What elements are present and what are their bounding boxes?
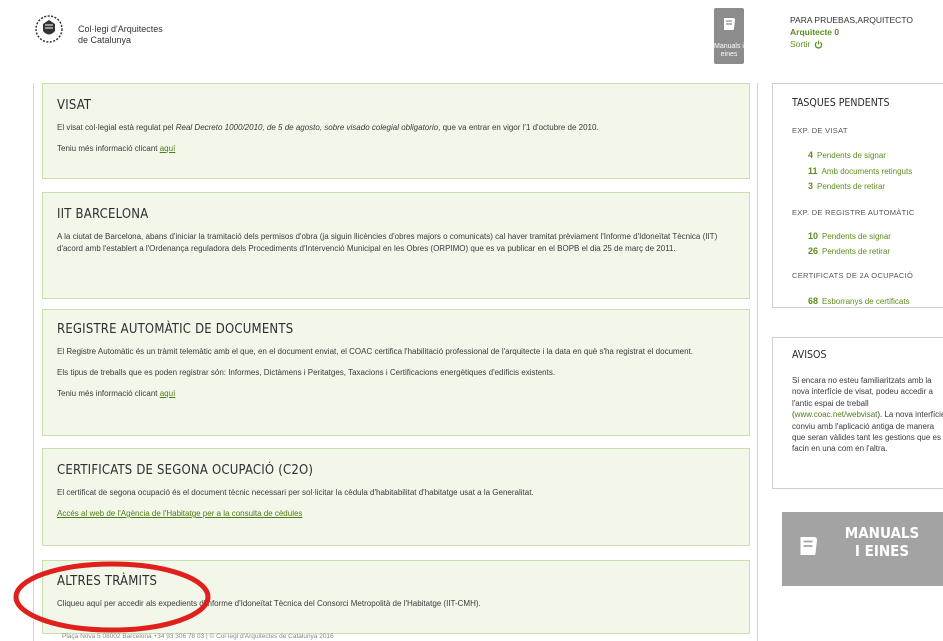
logout-label: Sortir bbox=[790, 39, 811, 49]
manuals-eines-button[interactable]: MANUALS I EINES bbox=[782, 512, 943, 586]
task-label: Amb documents retinguts bbox=[821, 167, 913, 176]
tasks-title: TASQUES PENDENTS bbox=[792, 97, 890, 109]
webvisat-link[interactable]: www.coac.net/webvisat bbox=[795, 410, 878, 419]
manuals-eines-label: MANUALS I EINES bbox=[822, 524, 942, 560]
avisos-title: AVISOS bbox=[792, 349, 827, 361]
panel-altres-tramits: ALTRES TRÀMITS Cliqueu aquí per accedir … bbox=[42, 560, 750, 634]
app-header: Col·legi d'Arquitectes de Catalunya Manu… bbox=[0, 0, 943, 70]
visat-more-link[interactable]: aquí bbox=[160, 144, 176, 153]
task-count: 3 bbox=[808, 181, 814, 191]
task-count: 4 bbox=[808, 150, 814, 160]
c2o-text: El certificat de segona ocupació és el d… bbox=[57, 488, 534, 497]
task-count: 10 bbox=[808, 231, 819, 241]
user-name: PARA PRUEBAS,ARQUITECTO bbox=[790, 15, 913, 25]
book-icon bbox=[724, 18, 735, 30]
user-role: Arquitecte 0 bbox=[790, 27, 840, 37]
task-cert-esborranys[interactable]: 68 Esborranys de certificats bbox=[808, 296, 910, 306]
logout-link[interactable]: Sortir bbox=[790, 38, 823, 50]
panel-title-registre: REGISTRE AUTOMÀTIC DE DOCUMENTS bbox=[57, 322, 294, 337]
task-count: 68 bbox=[808, 296, 819, 306]
book-icon bbox=[800, 537, 817, 555]
coac-logo-icon[interactable] bbox=[34, 14, 64, 44]
power-icon bbox=[815, 40, 823, 49]
footer: Plaça Nova 5 08002 Barcelona +34 93 306 … bbox=[62, 633, 334, 640]
task-label: Pendents de signar bbox=[822, 232, 891, 241]
task-registre-retirar[interactable]: 26 Pendents de retirar bbox=[808, 246, 890, 256]
manuals-eines-line2: I EINES bbox=[854, 542, 910, 560]
visat-decree: Real Decreto 1000/2010, de 5 de agosto, … bbox=[175, 123, 439, 132]
visat-text-part1: El visat col·legial està regulat pel bbox=[57, 123, 176, 132]
registre-more-info: Teniu més informació clicant aquí bbox=[57, 388, 735, 400]
registre-more-prefix: Teniu més informació clicant bbox=[57, 389, 160, 398]
panel-registre: REGISTRE AUTOMÀTIC DE DOCUMENTS El Regis… bbox=[42, 309, 750, 436]
panel-iit-barcelona: IIT BARCELONA A la ciutat de Barcelona, … bbox=[42, 192, 750, 299]
task-count: 11 bbox=[808, 166, 818, 176]
visat-more-prefix: Teniu més informació clicant bbox=[57, 144, 160, 153]
task-label: Esborranys de certificats bbox=[822, 297, 910, 306]
visat-text-part2: , que va entrar en vigor l'1 d'octubre d… bbox=[438, 123, 599, 132]
manuals-tile-label: Manuals i eines bbox=[714, 43, 744, 58]
visat-text: El visat col·legial està regulat pel Rea… bbox=[57, 122, 735, 134]
panel-c2o: CERTIFICATS DE SEGONA OCUPACIÓ (C2O) El … bbox=[42, 448, 750, 546]
task-visat-retinguts[interactable]: 11 Amb documents retinguts bbox=[808, 166, 912, 176]
panel-visat: VISAT El visat col·legial està regulat p… bbox=[42, 83, 750, 179]
registre-more-link[interactable]: aquí bbox=[160, 389, 176, 398]
registre-text-2: Els tipus de treballs que es poden regis… bbox=[57, 368, 556, 377]
task-visat-signar[interactable]: 4 Pendents de signar bbox=[808, 150, 886, 160]
tasks-visat-subtitle: EXP. DE VISAT bbox=[792, 126, 848, 135]
altres-text[interactable]: Cliqueu aquí per accedir als expedients … bbox=[57, 598, 735, 610]
iit-text: A la ciutat de Barcelona, abans d'inicia… bbox=[57, 232, 718, 253]
panel-title-iit: IIT BARCELONA bbox=[57, 207, 149, 222]
registre-text-1: El Registre Automàtic és un tràmit telem… bbox=[57, 347, 694, 356]
brand-line-1: Col·legi d'Arquitectes bbox=[78, 24, 163, 34]
panel-title-visat: VISAT bbox=[57, 98, 92, 113]
task-label: Pendents de retirar bbox=[817, 182, 886, 191]
c2o-agencia-link[interactable]: Accés al web de l'Agència de l'Habitatge… bbox=[57, 509, 302, 518]
task-visat-retirar[interactable]: 3 Pendents de retirar bbox=[808, 181, 885, 191]
tasks-cert-subtitle: CERTIFICATS DE 2A OCUPACIÓ bbox=[792, 271, 914, 280]
task-label: Pendents de retirar bbox=[822, 247, 891, 256]
tasks-registre-subtitle: EXP. DE REGISTRE AUTOMÀTIC bbox=[792, 208, 915, 217]
avisos-text: Si encara no esteu familiaritzats amb la… bbox=[792, 375, 943, 455]
brand-line-2: de Catalunya bbox=[78, 35, 132, 45]
panel-title-altres: ALTRES TRÀMITS bbox=[57, 574, 158, 589]
panel-title-c2o: CERTIFICATS DE SEGONA OCUPACIÓ (C2O) bbox=[57, 463, 314, 478]
task-count: 26 bbox=[808, 246, 819, 256]
brand-name: Col·legi d'Arquitectes de Catalunya bbox=[78, 24, 163, 46]
task-registre-signar[interactable]: 10 Pendents de signar bbox=[808, 231, 891, 241]
visat-more-info: Teniu més informació clicant aquí bbox=[57, 143, 735, 155]
user-info: PARA PRUEBAS,ARQUITECTO Arquitecte 0 Sor… bbox=[790, 14, 913, 50]
task-label: Pendents de signar bbox=[817, 151, 886, 160]
manuals-tile-button[interactable]: Manuals i eines bbox=[714, 8, 744, 64]
manuals-eines-line1: MANUALS bbox=[844, 524, 920, 542]
